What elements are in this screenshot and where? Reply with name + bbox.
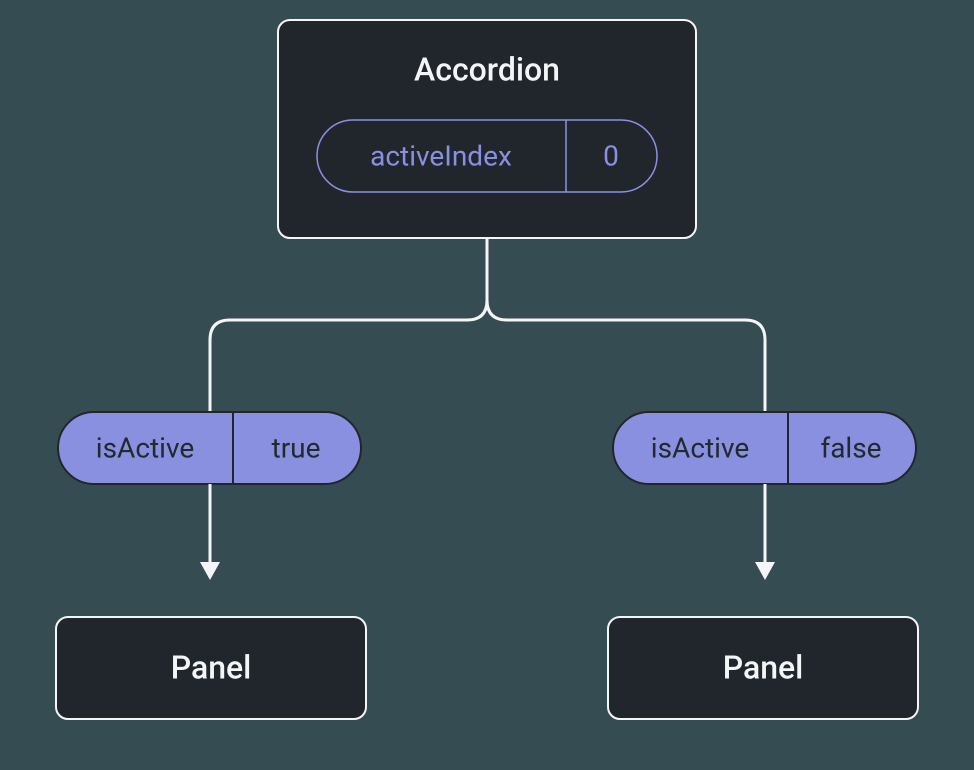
panel-left-title: Panel: [171, 648, 252, 686]
prop-left-value: true: [272, 431, 321, 464]
arrow-left: [200, 484, 220, 580]
panel-card-right: Panel: [608, 617, 918, 719]
prop-right-value: false: [820, 431, 881, 464]
prop-right-label: isActive: [651, 431, 749, 464]
prop-left-label: isActive: [96, 431, 194, 464]
accordion-card: Accordion activeIndex 0: [278, 20, 696, 238]
connector-branch: [210, 238, 765, 412]
prop-pill-left: isActive true: [58, 412, 361, 484]
accordion-title: Accordion: [414, 50, 560, 88]
panel-right-title: Panel: [723, 648, 804, 686]
prop-pill-right: isActive false: [613, 412, 916, 484]
state-label: activeIndex: [370, 139, 512, 172]
diagram-root: Accordion activeIndex 0 isActive true is…: [0, 0, 974, 770]
arrow-right: [755, 484, 775, 580]
state-value: 0: [603, 139, 619, 172]
panel-card-left: Panel: [56, 617, 366, 719]
